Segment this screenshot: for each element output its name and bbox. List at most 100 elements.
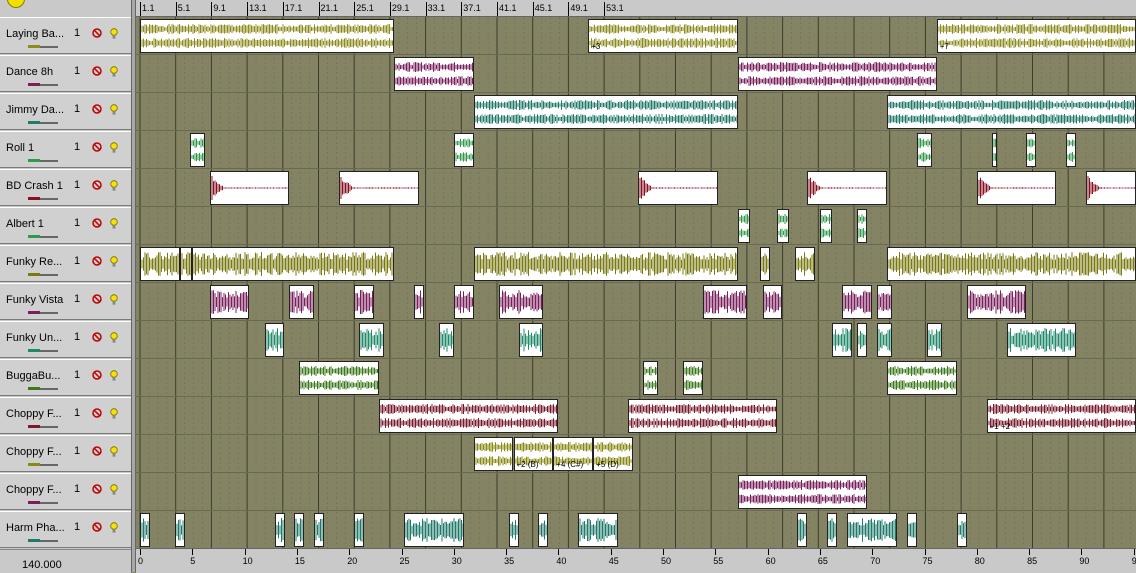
track-name[interactable]: Funky Re... [6, 256, 66, 268]
audio-clip[interactable] [1026, 133, 1037, 167]
solo-bulb-icon[interactable] [110, 332, 118, 344]
audio-clip[interactable] [189, 133, 205, 167]
audio-clip[interactable]: +1 +2 [986, 399, 1136, 433]
solo-bulb-icon[interactable] [110, 142, 118, 154]
volume-slider-thumb[interactable] [28, 463, 40, 466]
mute-icon[interactable] [92, 180, 102, 190]
track-lane[interactable] [136, 55, 1136, 93]
volume-slider-thumb[interactable] [28, 121, 40, 124]
solo-bulb-icon[interactable] [110, 256, 118, 268]
track-header[interactable]: Choppy F... 1 [0, 435, 131, 472]
volume-slider[interactable] [28, 387, 58, 390]
audio-clip[interactable] [359, 323, 384, 357]
audio-clip[interactable] [379, 399, 559, 433]
audio-clip[interactable] [628, 399, 778, 433]
volume-slider[interactable] [28, 83, 58, 86]
track-name[interactable]: BuggaBu... [6, 370, 66, 382]
tempo-box[interactable]: 140.000 [0, 549, 131, 573]
audio-clip[interactable] [737, 475, 868, 509]
audio-clip[interactable] [538, 513, 549, 547]
track-header[interactable]: Funky Un... 1 [0, 321, 131, 358]
audio-clip[interactable] [682, 361, 703, 395]
volume-slider-thumb[interactable] [28, 539, 40, 542]
audio-clip[interactable] [140, 513, 150, 547]
mute-icon[interactable] [92, 522, 102, 532]
audio-clip[interactable] [702, 285, 748, 319]
track-version[interactable]: 1 [74, 483, 80, 495]
volume-slider[interactable] [28, 311, 58, 314]
volume-slider[interactable] [28, 273, 58, 276]
mute-icon[interactable] [92, 446, 102, 456]
audio-clip[interactable] [991, 133, 997, 167]
audio-clip[interactable] [294, 513, 305, 547]
volume-slider[interactable] [28, 349, 58, 352]
audio-clip[interactable]: +3 [588, 19, 738, 53]
audio-clip[interactable] [209, 285, 250, 319]
track-version[interactable]: 1 [74, 27, 80, 39]
mute-icon[interactable] [92, 28, 102, 38]
audio-clip[interactable] [777, 209, 790, 243]
audio-clip[interactable]: +7 [936, 19, 1136, 53]
volume-slider[interactable] [28, 463, 58, 466]
mute-icon[interactable] [92, 332, 102, 342]
track-lane[interactable] [136, 321, 1136, 359]
audio-clip[interactable] [1066, 133, 1077, 167]
audio-clip[interactable] [191, 247, 394, 281]
volume-slider-thumb[interactable] [28, 425, 40, 428]
volume-slider[interactable] [28, 539, 58, 542]
volume-slider-thumb[interactable] [28, 159, 40, 162]
track-lane[interactable]: +1 +2 [136, 397, 1136, 435]
mute-icon[interactable] [92, 142, 102, 152]
track-lane[interactable]: +3 +7 [136, 17, 1136, 55]
track-version[interactable]: 1 [74, 103, 80, 115]
audio-clip[interactable] [737, 57, 937, 91]
audio-clip[interactable] [1006, 323, 1077, 357]
audio-clip[interactable] [1086, 171, 1136, 205]
audio-clip[interactable] [638, 171, 718, 205]
solo-bulb-icon[interactable] [110, 294, 118, 306]
volume-slider[interactable] [28, 45, 58, 48]
audio-clip[interactable] [857, 323, 868, 357]
audio-clip[interactable] [820, 209, 833, 243]
track-name[interactable]: Funky Un... [6, 332, 66, 344]
mute-icon[interactable] [92, 294, 102, 304]
track-lane[interactable] [136, 131, 1136, 169]
track-header[interactable]: Choppy F... 1 [0, 473, 131, 510]
track-header[interactable]: Choppy F... 1 [0, 397, 131, 434]
audio-clip[interactable] [289, 285, 315, 319]
solo-bulb-icon[interactable] [110, 370, 118, 382]
audio-clip[interactable] [394, 57, 474, 91]
audio-clip[interactable] [737, 209, 750, 243]
audio-clip[interactable] [916, 133, 932, 167]
audio-clip[interactable] [453, 133, 474, 167]
mute-icon[interactable] [92, 66, 102, 76]
track-version[interactable]: 1 [74, 445, 80, 457]
audio-clip[interactable] [174, 513, 185, 547]
audio-clip[interactable] [887, 361, 957, 395]
audio-clip[interactable] [339, 171, 419, 205]
track-header[interactable]: Harm Pha... 1 [0, 511, 131, 548]
volume-slider-thumb[interactable] [28, 501, 40, 504]
track-name[interactable]: Dance 8h [6, 66, 66, 78]
audio-clip[interactable] [926, 323, 942, 357]
volume-slider-thumb[interactable] [28, 83, 40, 86]
track-version[interactable]: 1 [74, 369, 80, 381]
audio-clip[interactable] [498, 285, 544, 319]
audio-clip[interactable] [832, 323, 853, 357]
volume-slider[interactable] [28, 501, 58, 504]
audio-clip[interactable] [473, 247, 738, 281]
audio-clip[interactable] [906, 513, 917, 547]
track-version[interactable]: 1 [74, 407, 80, 419]
track-version[interactable]: 1 [74, 331, 80, 343]
audio-clip[interactable] [179, 247, 192, 281]
audio-clip[interactable] [314, 513, 325, 547]
audio-clip[interactable] [847, 513, 897, 547]
mute-icon[interactable] [92, 104, 102, 114]
volume-slider[interactable] [28, 121, 58, 124]
audio-clip[interactable] [413, 285, 424, 319]
track-version[interactable]: 1 [74, 521, 80, 533]
audio-clip[interactable] [473, 437, 514, 471]
track-lane[interactable] [136, 359, 1136, 397]
solo-bulb-icon[interactable] [110, 28, 118, 40]
solo-bulb-icon[interactable] [110, 66, 118, 78]
